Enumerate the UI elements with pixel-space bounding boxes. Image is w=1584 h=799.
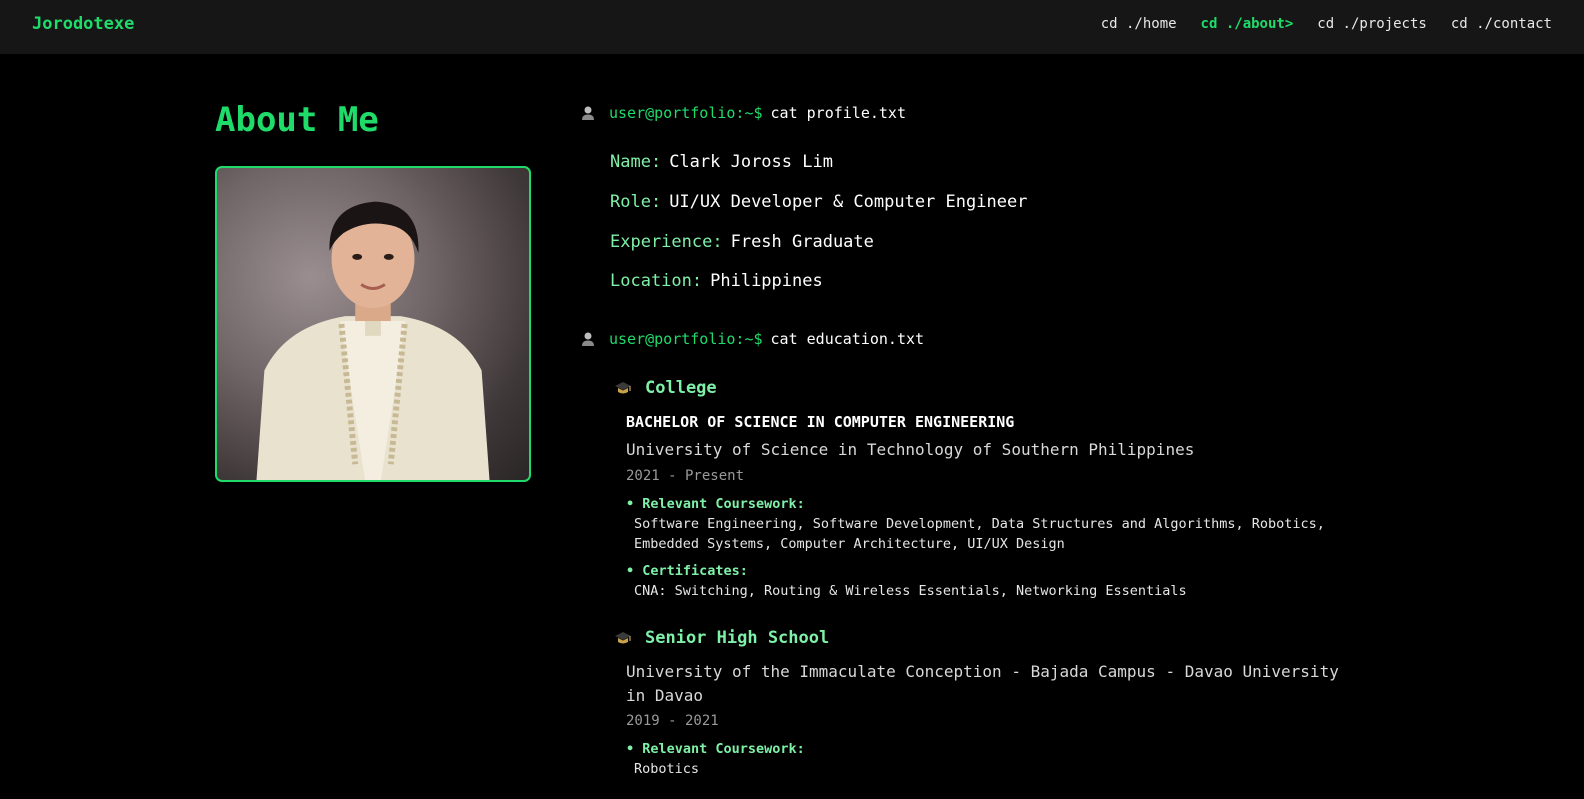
brand-logo[interactable]: Jorodotexe [32,14,134,34]
user-icon [582,332,594,346]
prompt-user: user@portfolio:~$ [609,104,763,122]
field-value: Fresh Graduate [730,232,874,252]
college-degree: BACHELOR OF SCIENCE IN COMPUTER ENGINEER… [626,413,1015,431]
shs-coursework-label: • Relevant Coursework: [626,741,805,757]
college-years: 2021 - Present [626,468,745,484]
college-certificates: CNA: Switching, Routing & Wireless Essen… [634,583,1187,599]
education-heading-label: College [645,378,717,398]
field-value: Clark Joross Lim [669,152,833,172]
prompt-line-education: user@portfolio:~$ cat education.txt [580,330,924,348]
prompt-command: cat profile.txt [770,104,906,122]
nav-links: cd ./home cd ./about> cd ./projects cd .… [1101,16,1552,32]
field-key: Location: [610,271,703,291]
college-school: University of Science in Technology of S… [626,440,1195,459]
nav-link-projects[interactable]: cd ./projects [1317,16,1427,32]
field-key: Experience: [610,232,723,252]
college-certificates-label: • Certificates: [626,563,748,579]
college-coursework-label: • Relevant Coursework: [626,496,805,512]
prompt-line-profile: user@portfolio:~$ cat profile.txt [580,104,906,122]
profile-photo [215,166,531,482]
college-coursework: Software Engineering, Software Developme… [634,516,1325,552]
profile-experience: Experience: Fresh Graduate [610,232,874,252]
shs-coursework: Robotics [634,761,700,777]
user-icon [582,106,594,120]
field-key: Role: [610,192,662,212]
profile-photo-portrait [256,201,490,480]
graduation-cap-icon [615,382,631,394]
profile-name: Name: Clark Joross Lim [610,152,833,172]
prompt-command: cat education.txt [770,330,925,348]
field-value: UI/UX Developer & Computer Engineer [669,192,1028,212]
nav-link-about[interactable]: cd ./about> [1201,16,1294,32]
prompt-user: user@portfolio:~$ [609,330,763,348]
shs-school: University of the Immaculate Conception … [626,662,1339,705]
nav-link-home[interactable]: cd ./home [1101,16,1177,32]
field-key: Name: [610,152,662,172]
page-title: About Me [215,100,379,140]
education-heading-label: Senior High School [645,628,830,648]
education-college-heading: College [614,378,717,398]
field-value: Philippines [710,271,823,291]
graduation-cap-icon [615,632,631,644]
top-nav-bar: Jorodotexe cd ./home cd ./about> cd ./pr… [0,0,1584,54]
shs-years: 2019 - 2021 [626,713,719,729]
profile-location: Location: Philippines [610,271,823,291]
education-shs-heading: Senior High School [614,628,829,648]
nav-link-contact[interactable]: cd ./contact [1451,16,1552,32]
profile-role: Role: UI/UX Developer & Computer Engineer [610,192,1027,212]
